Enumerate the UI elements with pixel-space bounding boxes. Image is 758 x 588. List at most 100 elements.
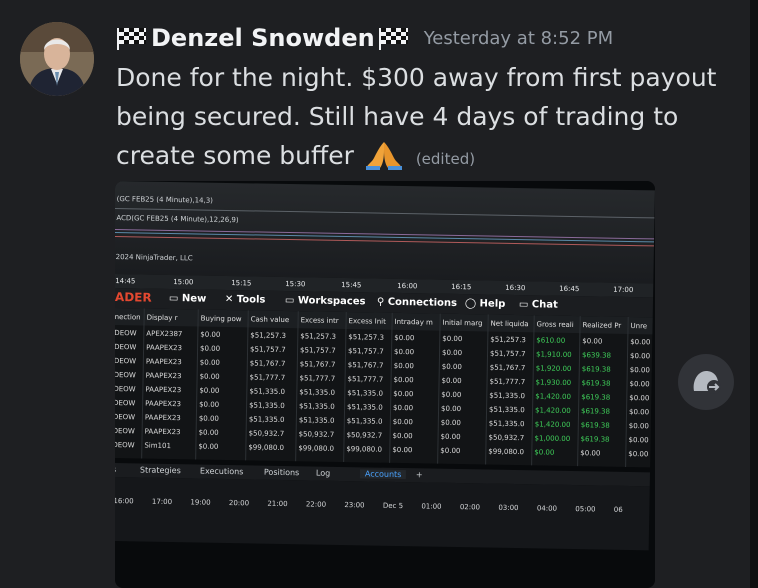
column-header[interactable]: Buying pow	[201, 315, 251, 324]
time-tick: 04:00	[536, 504, 558, 513]
table-cell: $51,777.7	[249, 373, 286, 383]
column-header[interactable]: Excess intr	[301, 316, 349, 325]
time-tick: 15:30	[285, 279, 306, 289]
tab-accounts[interactable]: Accounts	[359, 469, 407, 480]
table-cell: $0.00	[630, 338, 651, 347]
folded-hands-icon	[364, 140, 404, 170]
table-cell: $51,335.0	[489, 391, 526, 401]
time-tick: 20:00	[228, 499, 250, 508]
table-cell: Sim101	[144, 441, 172, 451]
table-cell: $51,335.0	[299, 388, 336, 397]
message-header: Denzel Snowden Yesterday at 8:52 PM	[116, 20, 613, 56]
time-tick: 14:45	[115, 277, 136, 286]
attached-image[interactable]: (GC FEB25 (4 Minute),14,3) ACD(GC FEB25 …	[115, 181, 655, 588]
table-cell: $619.38	[580, 435, 610, 444]
time-tick: 16:30	[505, 283, 526, 293]
table-cell: $0.00	[442, 334, 463, 344]
table-cell: $0.00	[628, 436, 649, 445]
forward-message-button[interactable]	[678, 354, 734, 410]
table-cell: PAAPEX23	[145, 399, 182, 409]
menu-workspaces[interactable]: ▭ Workspaces	[285, 295, 366, 307]
table-cell: $0.00	[441, 362, 462, 372]
menu-connections[interactable]: ⚲ Connections	[377, 297, 457, 309]
menu-chat[interactable]: ▭ Chat	[519, 299, 558, 311]
table-cell: $50,932.7	[346, 431, 383, 440]
table-cell: $0.00	[629, 394, 650, 403]
table-cell: DEOW	[115, 385, 136, 394]
table-cell: $0.00	[199, 386, 220, 395]
table-cell: $51,767.7	[249, 359, 286, 369]
column-header[interactable]: Intraday m	[395, 318, 443, 327]
table-cell: $51,257.3	[348, 333, 385, 342]
table-cell: $0.00	[440, 432, 461, 442]
trading-platform-screenshot: (GC FEB25 (4 Minute),14,3) ACD(GC FEB25 …	[115, 181, 655, 551]
table-cell: $0.00	[393, 347, 415, 357]
table-cell: $51,335.0	[299, 402, 335, 411]
accounts-table: nection Display r Buying pow Cash value Exce…	[115, 307, 653, 468]
tab-executions[interactable]: Executions	[200, 467, 244, 477]
table-cell: $1,000.00	[534, 434, 571, 443]
table-cell: $51,335.0	[248, 415, 285, 424]
column-header[interactable]: Unre	[630, 322, 652, 330]
table-cell: DEOW	[115, 329, 137, 338]
column-header[interactable]: Excess Init	[349, 317, 395, 326]
column-header[interactable]: Gross reali	[536, 320, 582, 329]
tab-strategies-prefix[interactable]: s	[115, 465, 116, 474]
table-cell: $0.00	[441, 348, 463, 358]
column-header[interactable]: Net liquida	[490, 320, 536, 329]
table-cell: $0.00	[441, 376, 462, 386]
table-cell: DEOW	[115, 412, 136, 422]
table-cell: $50,932.7	[248, 429, 285, 438]
user-avatar[interactable]	[20, 22, 94, 96]
table-cell: $51,257.3	[300, 332, 337, 341]
table-cell: $51,757.7	[489, 349, 526, 359]
table-cell: $0.00	[628, 422, 649, 431]
table-cell: $51,335.0	[347, 389, 384, 398]
table-cell: PAAPEX23	[146, 343, 183, 353]
menu-help[interactable]: ◯ Help	[465, 298, 506, 310]
tab-add[interactable]: +	[416, 470, 423, 479]
column-header[interactable]: Realized Pr	[582, 321, 630, 330]
table-cell: $51,335.0	[347, 403, 383, 412]
table-cell: $51,335.0	[249, 401, 285, 410]
table-cell: $51,257.3	[250, 331, 287, 341]
table-cell: DEOW	[115, 357, 137, 366]
table-cell: $639.38	[581, 351, 612, 360]
table-cell: $0.00	[441, 404, 462, 414]
tab-positions[interactable]: Positions	[264, 468, 299, 478]
checkered-flag-icon	[378, 26, 410, 50]
table-cell: $0.00	[393, 375, 414, 385]
table-cell: $51,777.7	[489, 377, 526, 387]
table-cell: $0.00	[441, 390, 462, 400]
column-header[interactable]: Initial marg	[443, 319, 491, 328]
table-cell: $0.00	[198, 414, 219, 423]
table-cell: DEOW	[115, 343, 137, 352]
message-body: Done for the night. $300 away from first…	[116, 58, 736, 179]
column-header[interactable]: Display r	[147, 314, 201, 323]
table-cell: $0.00	[628, 450, 649, 459]
menu-tools[interactable]: ✕ Tools	[225, 294, 266, 306]
time-tick: Dec 5	[382, 501, 404, 511]
table-cell: $619.38	[581, 379, 611, 388]
column-header[interactable]: Cash value	[251, 315, 301, 324]
table-cell: $51,767.7	[347, 361, 384, 370]
menu-new[interactable]: ▭ New	[169, 293, 207, 305]
column-header[interactable]: nection	[115, 313, 147, 322]
time-tick: 22:00	[305, 500, 327, 509]
table-cell: $0.00	[198, 428, 219, 437]
table-cell: $0.00	[199, 400, 220, 409]
lower-chart: 16:00 17:00 19:00 20:00 21:00 22:00 23:00 Dec 5…	[115, 476, 650, 551]
table-cell: $99,080.0	[298, 444, 335, 453]
table-cell: DEOW	[115, 440, 135, 450]
tab-strategies[interactable]: Strategies	[140, 465, 181, 475]
table-cell: $0.00	[199, 358, 220, 367]
time-tick: 15:00	[173, 278, 194, 287]
copyright-label: 2024 NinjaTrader, LLC	[115, 253, 193, 263]
time-tick: 16:00	[397, 281, 418, 291]
table-cell: $0.00	[393, 361, 414, 371]
tab-log[interactable]: Log	[316, 469, 330, 478]
time-tick: 05:00	[575, 505, 596, 514]
table-cell: $0.00	[629, 352, 651, 361]
checkered-flag-icon	[116, 26, 148, 50]
username[interactable]: Denzel Snowden	[151, 24, 375, 52]
